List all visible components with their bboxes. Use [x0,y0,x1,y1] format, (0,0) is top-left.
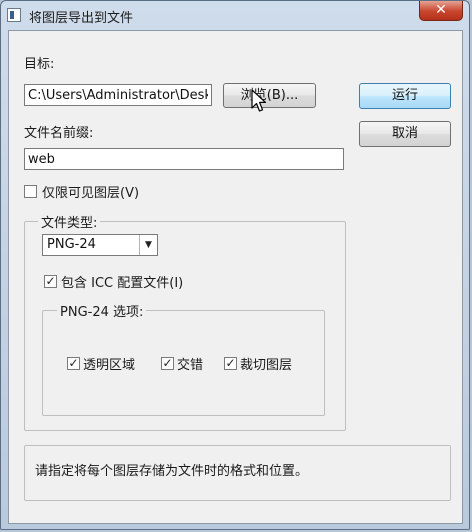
app-icon [7,8,21,22]
dialog-body: 目标: 浏览(B)... 运行 取消 文件名前缀: 仅限可见图层(V) 文件类型… [8,30,463,524]
run-button[interactable]: 运行 [359,83,451,109]
transparency-checkbox[interactable]: ✓ [67,357,80,370]
cancel-button[interactable]: 取消 [359,121,451,147]
trim-layers-label: 裁切图层 [240,358,293,373]
transparency-label: 透明区域 [83,358,136,373]
export-layers-dialog: 将图层导出到文件 ✕ 目标: 浏览(B)... 运行 取消 文件名前缀: 仅限可… [0,0,470,530]
visible-only-label: 仅限可见图层(V) [42,186,140,201]
chevron-down-icon[interactable]: ▼ [139,235,157,255]
browse-button[interactable]: 浏览(B)... [223,83,316,108]
window-title: 将图层导出到文件 [29,11,134,26]
description-panel: 请指定将每个图层存储为文件时的格式和位置。 [24,445,451,501]
title-bar[interactable]: 将图层导出到文件 ✕ [1,1,469,29]
target-path-input[interactable] [24,84,212,106]
icc-checkbox[interactable]: ✓ [44,275,57,288]
prefix-label: 文件名前缀: [24,126,94,141]
prefix-input[interactable] [24,148,344,170]
trim-layers-checkbox[interactable]: ✓ [224,357,237,370]
interlaced-checkbox[interactable]: ✓ [161,357,174,370]
description-text: 请指定将每个图层存储为文件时的格式和位置。 [35,464,309,479]
target-label: 目标: [24,57,55,72]
file-type-select[interactable]: PNG-24 ▼ [42,234,158,256]
icc-label: 包含 ICC 配置文件(I) [61,276,184,291]
png-options-group-label: PNG-24 选项: [57,301,147,320]
close-button[interactable]: ✕ [419,1,463,21]
file-type-value: PNG-24 [47,237,96,252]
mouse-cursor-icon [251,89,267,112]
visible-only-checkbox[interactable] [24,185,37,198]
file-type-group-label: 文件类型: [38,212,101,231]
interlaced-label: 交错 [177,358,204,373]
